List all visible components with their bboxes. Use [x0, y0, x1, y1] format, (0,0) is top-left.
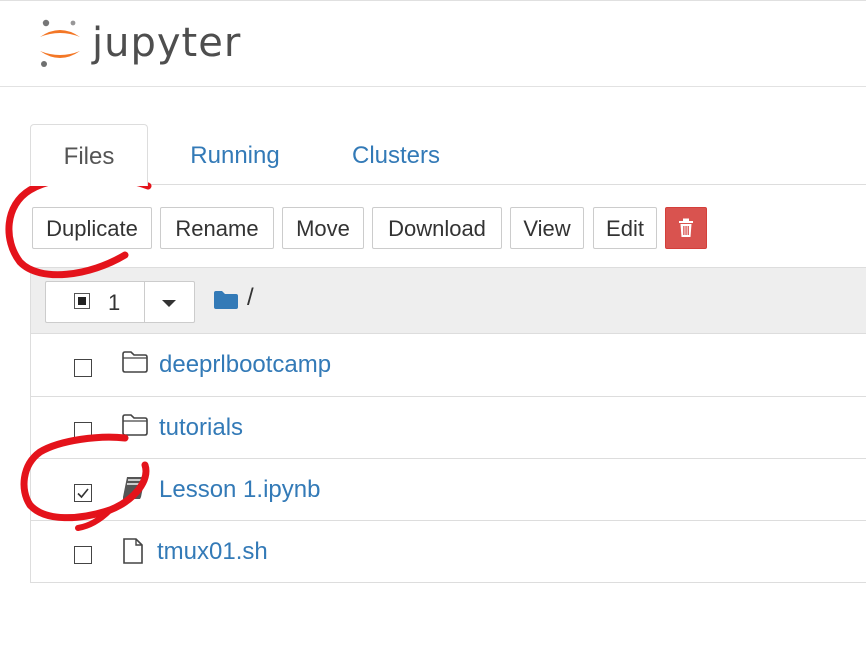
view-button[interactable]: View: [510, 207, 584, 249]
tab-running[interactable]: Running: [180, 124, 290, 184]
select-divider: [144, 282, 145, 322]
header: jupyter: [0, 0, 866, 87]
file-name-link[interactable]: tutorials: [159, 414, 243, 442]
tab-files[interactable]: Files: [30, 124, 148, 186]
folder-outline-icon: [122, 414, 148, 436]
file-row[interactable]: deeprlbootcamp: [31, 334, 866, 396]
folder-outline-icon: [122, 351, 148, 373]
folder-icon[interactable]: [213, 290, 239, 310]
edit-button[interactable]: Edit: [593, 207, 657, 249]
row-checkbox[interactable]: [74, 422, 92, 440]
file-list-header: 1 /: [31, 268, 866, 334]
jupyter-logo-icon: [40, 19, 80, 67]
breadcrumb[interactable]: /: [247, 284, 254, 312]
file-list: 1 / deeprlbootcamp tutorials Lesson 1.ip…: [30, 267, 866, 583]
logo-text: jupyter: [92, 20, 242, 66]
duplicate-button[interactable]: Duplicate: [32, 207, 152, 249]
file-row[interactable]: Lesson 1.ipynb: [31, 458, 866, 520]
file-name-link[interactable]: tmux01.sh: [157, 538, 268, 566]
trash-icon: [679, 218, 693, 237]
tab-bar-divider: [30, 184, 866, 185]
selected-count: 1: [108, 290, 121, 315]
move-button[interactable]: Move: [282, 207, 364, 249]
checkmark-icon: [77, 488, 89, 499]
file-name-link[interactable]: deeprlbootcamp: [159, 351, 331, 379]
jupyter-logo[interactable]: jupyter: [36, 12, 241, 74]
select-dropdown[interactable]: 1: [45, 281, 195, 323]
file-name-link[interactable]: Lesson 1.ipynb: [159, 476, 320, 504]
row-checkbox-checked[interactable]: [74, 484, 92, 502]
tab-clusters[interactable]: Clusters: [340, 124, 452, 184]
notebook-icon: [123, 477, 145, 499]
rename-button[interactable]: Rename: [160, 207, 274, 249]
file-outline-icon: [123, 538, 143, 564]
tab-bar: Files Running Clusters: [30, 124, 866, 186]
caret-down-icon[interactable]: [162, 300, 176, 307]
file-row[interactable]: tutorials: [31, 396, 866, 458]
download-button[interactable]: Download: [372, 207, 502, 249]
row-checkbox[interactable]: [74, 546, 92, 564]
delete-button[interactable]: [665, 207, 707, 249]
row-checkbox[interactable]: [74, 359, 92, 377]
file-row[interactable]: tmux01.sh: [31, 520, 866, 582]
select-all-checkbox[interactable]: [74, 293, 90, 309]
